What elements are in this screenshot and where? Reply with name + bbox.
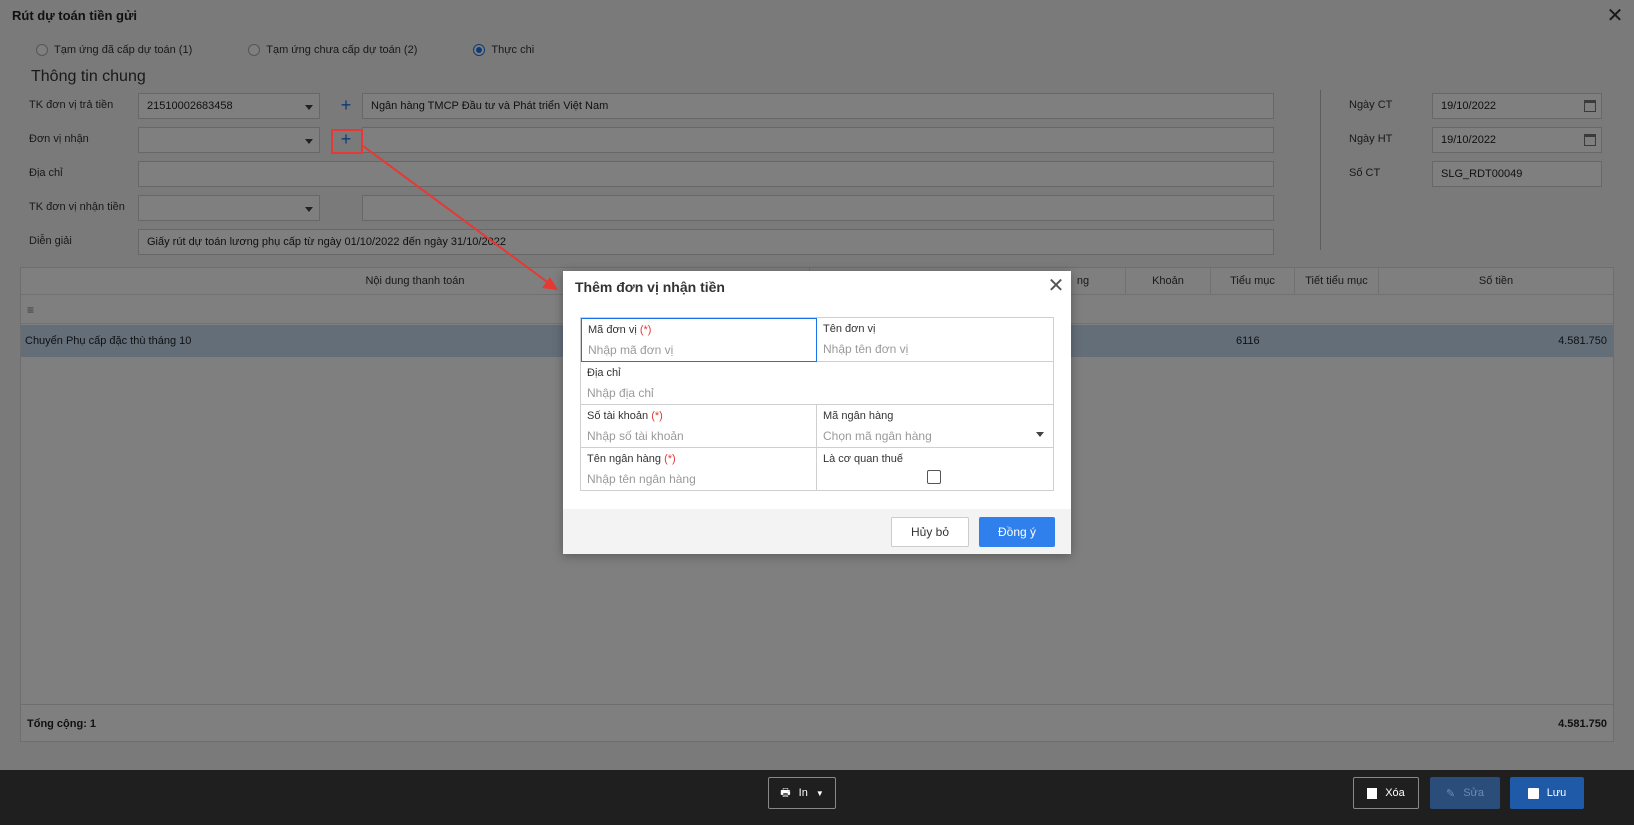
cancel-button[interactable]: Hủy bỏ: [891, 517, 969, 547]
ten-ngan-hang-field[interactable]: Tên ngân hàng (*) Nhập tên ngân hàng: [581, 448, 817, 490]
dia-chi-dialog-placeholder: Nhập địa chỉ: [587, 386, 654, 400]
so-tai-khoan-label: Số tài khoản: [587, 410, 649, 422]
required-mark: (*): [651, 410, 663, 422]
ok-button[interactable]: Đồng ý: [979, 517, 1055, 547]
ten-ngan-hang-label: Tên ngân hàng: [587, 453, 662, 465]
ma-don-vi-label: Mã đơn vị: [588, 324, 637, 336]
ma-ngan-hang-placeholder: Chọn mã ngân hàng: [823, 429, 932, 443]
co-quan-thue-label: Là cơ quan thuế: [823, 453, 903, 465]
so-tai-khoan-placeholder: Nhập số tài khoản: [587, 429, 684, 443]
ten-don-vi-field[interactable]: Tên đơn vị Nhập tên đơn vị: [817, 318, 1053, 362]
dialog-title: Thêm đơn vị nhận tiền: [575, 279, 725, 295]
co-quan-thue-cell: Là cơ quan thuế: [817, 448, 1053, 490]
dia-chi-dialog-label: Địa chỉ: [587, 367, 621, 379]
chevron-down-icon: [1036, 432, 1044, 437]
dialog-form-grid: Mã đơn vị (*) Nhập mã đơn vị Tên đơn vị …: [580, 317, 1054, 491]
required-mark: (*): [639, 324, 652, 336]
so-tai-khoan-field[interactable]: Số tài khoản (*) Nhập số tài khoản: [581, 405, 817, 448]
add-recipient-dialog: Thêm đơn vị nhận tiền ✕ Mã đơn vị (*) Nh…: [563, 271, 1071, 554]
required-mark: (*): [664, 453, 676, 465]
ten-ngan-hang-placeholder: Nhập tên ngân hàng: [587, 472, 696, 486]
ten-don-vi-label: Tên đơn vị: [823, 323, 876, 335]
close-icon[interactable]: ✕: [1045, 275, 1067, 297]
ten-don-vi-placeholder: Nhập tên đơn vị: [823, 342, 909, 356]
ma-don-vi-placeholder: Nhập mã đơn vị: [588, 343, 674, 357]
ma-ngan-hang-select[interactable]: Mã ngân hàng Chọn mã ngân hàng: [817, 405, 1053, 448]
co-quan-thue-checkbox[interactable]: [927, 470, 941, 484]
ma-don-vi-field[interactable]: Mã đơn vị (*) Nhập mã đơn vị: [581, 318, 817, 362]
ma-ngan-hang-label: Mã ngân hàng: [823, 410, 894, 422]
dia-chi-dialog-field[interactable]: Địa chỉ Nhập địa chỉ: [581, 362, 1053, 405]
